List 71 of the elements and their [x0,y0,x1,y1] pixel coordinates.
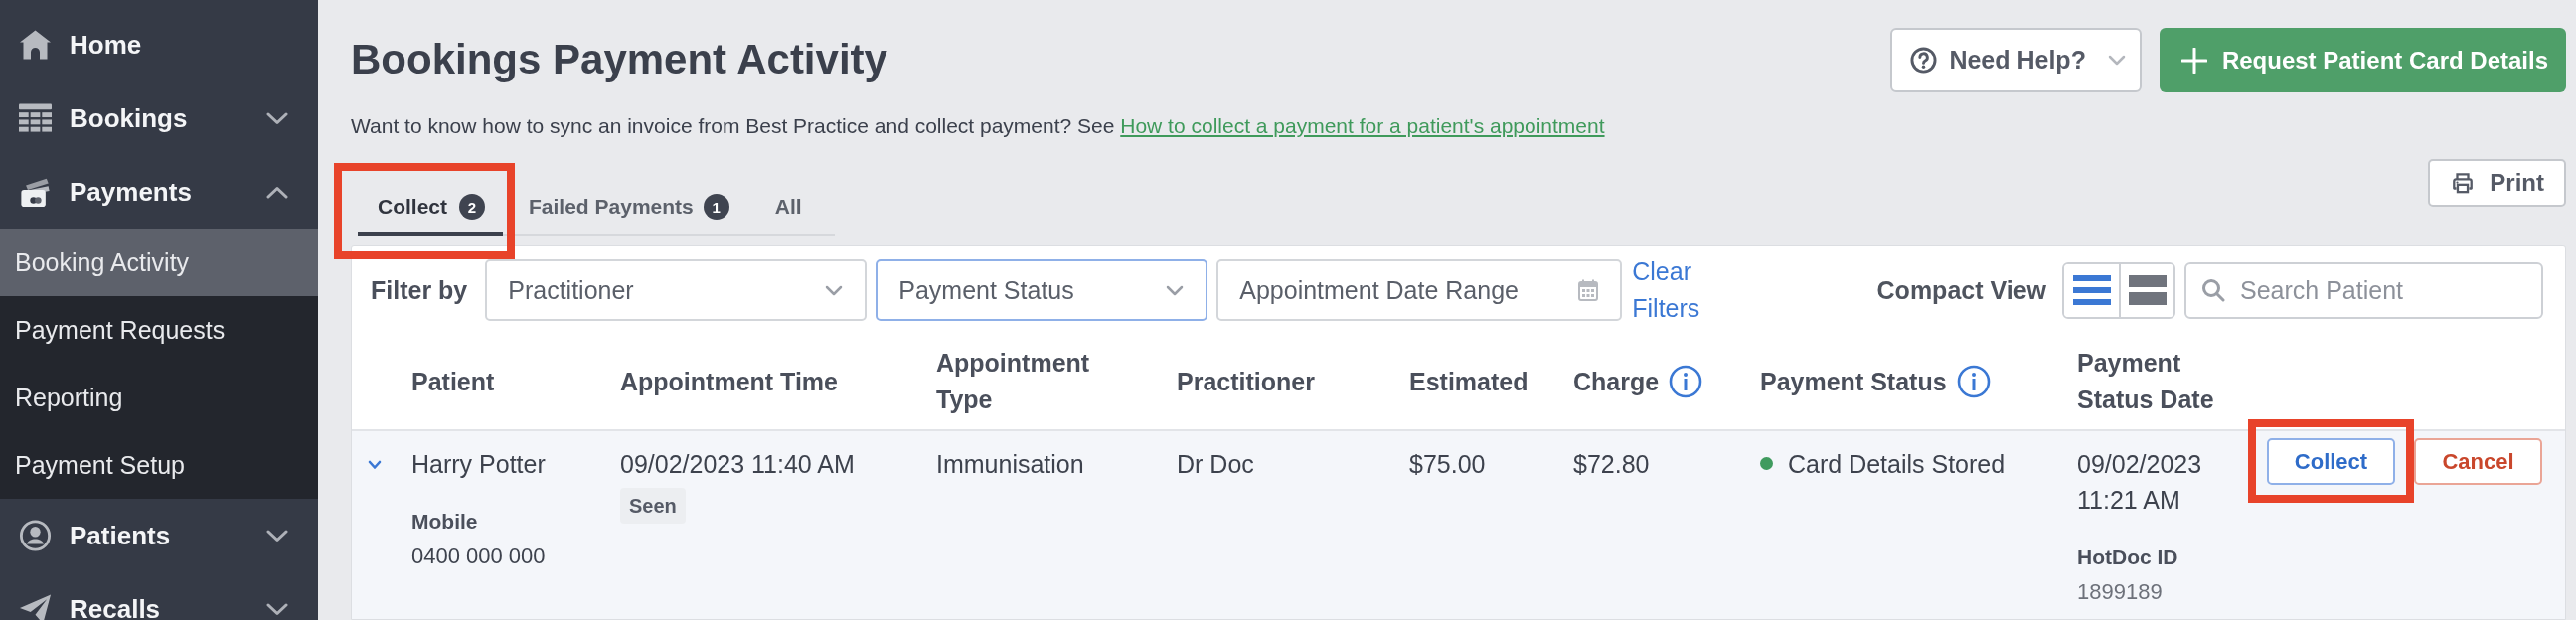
estimated-amount: $75.00 [1409,449,1487,480]
chevron-down-icon [1166,284,1185,296]
reference-number: 1899189 [2077,578,2164,606]
dropdown-field[interactable]: Practitioner [485,259,868,321]
credit-cards-icon [19,176,52,208]
clear-filters-link[interactable]: Clear Filters [1632,253,1722,327]
submenu-item[interactable]: Reporting [0,364,318,431]
column-header: Appointment Time [620,366,838,397]
house-icon [19,29,52,61]
appointment-time: 09/02/2023 11:40 AM [620,449,856,480]
column-header: Payment Status [1760,366,1947,397]
collect-button[interactable]: Collect [2267,438,2395,485]
search-field[interactable]: Search Patient [2184,261,2543,319]
column-header: Practitioner [1177,366,1315,397]
cancel-button[interactable]: Cancel [2414,438,2542,485]
printer-icon [2452,172,2475,194]
chevron-down-icon[interactable] [266,529,288,542]
user-circle-icon [19,520,52,551]
chevron-down-icon[interactable] [266,111,288,125]
chevron-down-icon [2107,55,2126,66]
charge-amount: $72.80 [1573,449,1651,480]
attendance-badge: Seen [620,488,686,524]
search-icon [2201,277,2225,302]
paper-plane-icon [19,593,52,620]
three-lines-icon [2072,275,2111,305]
compact-view-label: Compact View [1876,275,2046,305]
submenu-item[interactable]: Payment Requests [0,296,318,364]
nav-item[interactable]: Payments [0,155,318,229]
help-dropdown-button[interactable]: Need Help? [1890,28,2142,92]
date-range-field[interactable]: Appointment Date Range [1216,259,1623,321]
column-header: Estimated [1409,366,1529,397]
payment-status: Card Details Stored [1788,449,2006,480]
column-header: Charge [1573,366,1660,397]
wide-rows-view-button[interactable] [2119,263,2174,317]
phone-number: 0400 000 000 [411,542,547,570]
count-badge: 2 [459,194,485,220]
tab[interactable]: All [762,182,822,236]
nav-item[interactable]: Home [0,8,318,81]
help-icon [1910,47,1938,74]
two-bars-icon [2128,275,2167,305]
nav-item[interactable]: Recalls [0,572,318,620]
chevron-down-icon[interactable] [266,602,288,616]
table-icon [19,102,52,134]
tab[interactable]: Failed Payments 1 [517,182,749,236]
plus-icon [2180,47,2207,74]
filter-label: Filter by [371,275,468,305]
count-badge: 1 [703,194,729,220]
nav-item[interactable]: Bookings [0,81,318,155]
chevron-down-icon [825,284,844,296]
dropdown-field[interactable]: Payment Status [876,259,1208,321]
nav-item[interactable]: Patients [0,499,318,572]
column-header: Patient [411,366,495,397]
practitioner-name: Dr Doc [1177,449,1255,480]
status-date: 09/02/2023 11:21 AM [2077,449,2203,516]
submenu-item[interactable]: Payment Setup [0,431,318,499]
info-icon[interactable] [1669,365,1703,398]
column-header: Payment Status Date [2077,348,2215,415]
info-icon[interactable] [1956,365,1991,398]
page-title: Bookings Payment Activity [351,35,887,84]
submenu-item[interactable]: Booking Activity [0,229,318,296]
chevron-down-icon[interactable] [368,460,382,470]
column-header: Appointment Type [936,348,1091,415]
patient-name: Harry Potter [411,449,547,480]
tab[interactable]: Collect 2 [358,182,503,236]
intro-text: Want to know how to sync an invoice from Best Practice and collect payment? See How to collect a payment for a patient's appointment [351,113,1606,139]
phone-label: Mobile [411,509,479,535]
chevron-up-icon[interactable] [266,185,288,199]
appointment-type: Immunisation [936,449,1085,480]
reference-label: HotDoc ID [2077,544,2179,570]
calendar-icon [1578,279,1599,301]
print-button[interactable]: Print [2428,159,2566,207]
